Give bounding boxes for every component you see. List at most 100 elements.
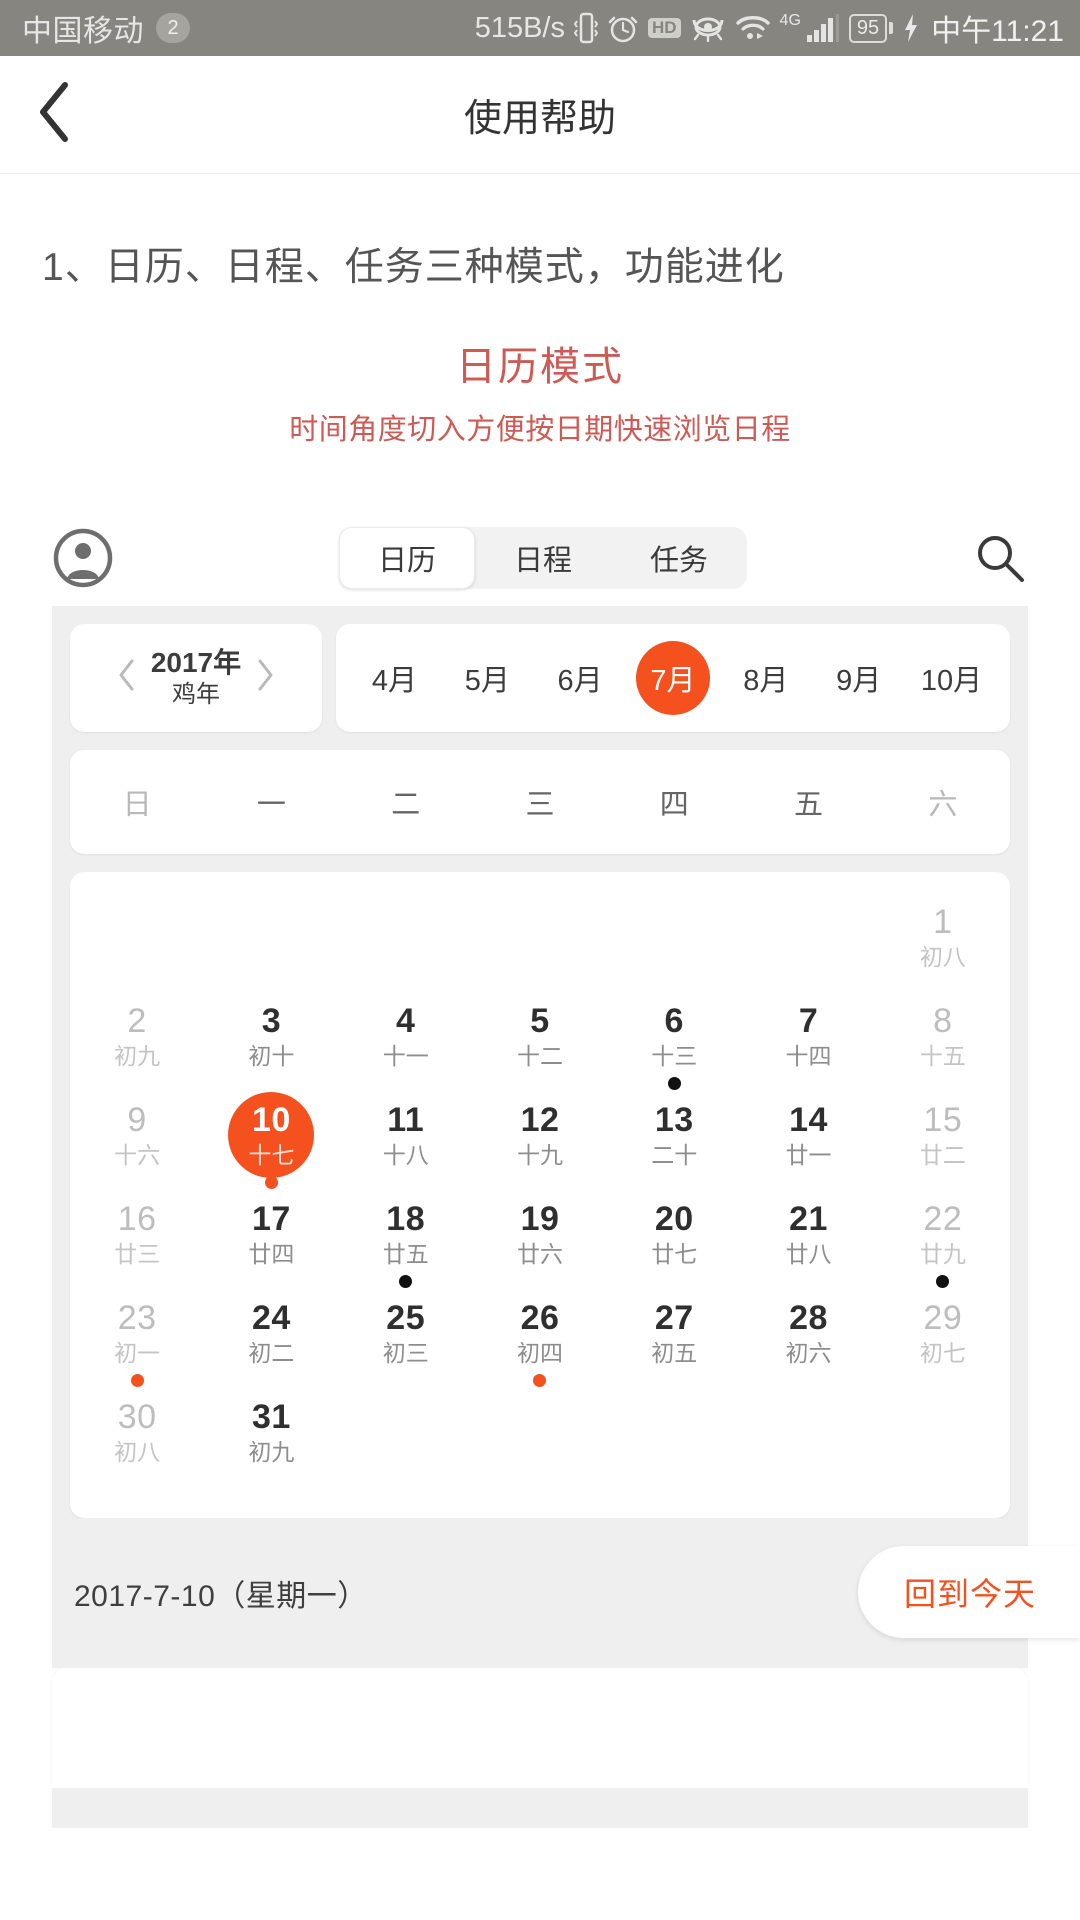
chevron-left-icon[interactable] (117, 658, 137, 698)
calendar-day-14[interactable]: 14 廿一 (741, 1092, 875, 1191)
calendar-day-10[interactable]: 10 十七 (204, 1092, 338, 1191)
day-circle: 4 十一 (363, 993, 449, 1079)
calendar-day-5[interactable]: 5 十二 (473, 993, 607, 1092)
calendar-day-24[interactable]: 24 初二 (204, 1290, 338, 1389)
status-bar: 中国移动 2 515B/s HD 4G 95 中午11:21 (0, 0, 1080, 56)
event-list-card (52, 1668, 1028, 1788)
day-lunar-label: 廿六 (516, 1241, 563, 1268)
day-number: 19 (520, 1199, 560, 1238)
calendar-day-27[interactable]: 27 初五 (607, 1290, 741, 1389)
calendar-day-4[interactable]: 4 十一 (339, 993, 473, 1092)
day-lunar-label: 十三 (651, 1043, 698, 1070)
day-circle: 3 初十 (228, 993, 314, 1079)
weekday-thu: 四 (659, 789, 689, 821)
calendar-day-29[interactable]: 29 初七 (876, 1290, 1010, 1389)
calendar-day-19[interactable]: 19 廿六 (473, 1191, 607, 1290)
calendar-day-12[interactable]: 12 十九 (473, 1092, 607, 1191)
carrier-label: 中国移动 (22, 15, 144, 48)
weekday-mon: 一 (256, 789, 286, 821)
calendar-day-7[interactable]: 7 十四 (741, 993, 875, 1092)
bottom-spacer (52, 1788, 1028, 1828)
calendar-day-2[interactable]: 2 初九 (70, 993, 204, 1092)
network-speed-label: 515B/s (474, 11, 565, 44)
day-lunar-label: 十九 (516, 1142, 563, 1169)
day-lunar-label: 十七 (248, 1142, 295, 1169)
month-item-9[interactable]: 9月 (822, 641, 896, 715)
back-button[interactable] (0, 56, 110, 174)
calendar-day-3[interactable]: 3 初十 (204, 993, 338, 1092)
weekday-fri: 五 (794, 789, 824, 821)
day-circle: 8 十五 (900, 993, 986, 1079)
back-to-today-button[interactable]: 回到今天 (857, 1546, 1080, 1638)
status-bar-left: 中国移动 2 (22, 6, 190, 50)
calendar-day-16[interactable]: 16 廿三 (70, 1191, 204, 1290)
calendar-day-15[interactable]: 15 廿二 (876, 1092, 1010, 1191)
calendar-day-20[interactable]: 20 廿七 (607, 1191, 741, 1290)
day-number: 24 (252, 1298, 291, 1337)
month-item-5[interactable]: 5月 (450, 641, 524, 715)
month-item-10[interactable]: 10月 (914, 641, 988, 715)
view-mode-tabs: 日历 日程 任务 (339, 527, 747, 589)
tab-schedule[interactable]: 日程 (475, 527, 611, 589)
calendar-day-11[interactable]: 11 十八 (339, 1092, 473, 1191)
day-lunar-label: 初五 (651, 1340, 698, 1367)
day-number: 31 (252, 1397, 291, 1436)
tab-task[interactable]: 任务 (611, 527, 747, 589)
calendar-day-13[interactable]: 13 二十 (607, 1092, 741, 1191)
calendar-day-6[interactable]: 6 十三 (607, 993, 741, 1092)
calendar-day-28[interactable]: 28 初六 (741, 1290, 875, 1389)
charging-bolt-icon (902, 13, 920, 43)
day-circle: 25 初三 (363, 1290, 449, 1376)
calendar-grid: 1 初八 2 初九 3 初十 4 十一 5 十二 6 十三 7 十四 8 十五 9 十六 10 十七 11 十八 12 十九 1… (70, 872, 1010, 1518)
eye-comfort-icon (690, 14, 726, 42)
calendar-day-8[interactable]: 8 十五 (876, 993, 1010, 1092)
day-circle: 31 初九 (228, 1389, 314, 1475)
day-circle: 14 廿一 (766, 1092, 852, 1178)
calendar-day-26[interactable]: 26 初四 (473, 1290, 607, 1389)
day-circle: 12 十九 (497, 1092, 583, 1178)
sim-badge: 2 (156, 13, 190, 43)
day-number: 1 (933, 902, 953, 941)
day-lunar-label: 十二 (516, 1043, 563, 1070)
chevron-right-icon[interactable] (255, 658, 275, 698)
calendar-day-31[interactable]: 31 初九 (204, 1389, 338, 1488)
day-circle: 29 初七 (900, 1290, 986, 1376)
calendar-day-18[interactable]: 18 廿五 (339, 1191, 473, 1290)
day-number: 7 (798, 1001, 819, 1040)
month-item-8[interactable]: 8月 (729, 641, 803, 715)
month-item-6[interactable]: 6月 (543, 641, 617, 715)
hd-icon: HD (647, 17, 681, 39)
network-type-label: 4G (779, 12, 801, 29)
month-item-4[interactable]: 4月 (357, 641, 431, 715)
clock-label: 中午11:21 (931, 15, 1064, 48)
event-dot-orange (533, 1374, 547, 1387)
day-number: 12 (520, 1100, 560, 1139)
day-number: 25 (386, 1298, 426, 1337)
calendar-day-25[interactable]: 25 初三 (339, 1290, 473, 1389)
day-circle: 21 廿八 (766, 1191, 852, 1277)
day-lunar-label: 廿二 (919, 1142, 966, 1169)
day-circle: 1 初八 (900, 894, 986, 980)
day-lunar-label: 廿九 (919, 1241, 966, 1268)
day-lunar-label: 初九 (114, 1043, 161, 1070)
account-circle-icon[interactable] (52, 527, 114, 589)
month-item-7[interactable]: 7月 (635, 641, 710, 715)
year-selector[interactable]: 2017年 鸡年 (70, 624, 322, 732)
calendar-day-9[interactable]: 9 十六 (70, 1092, 204, 1191)
day-number: 4 (395, 1001, 416, 1040)
calendar-day-22[interactable]: 22 廿九 (876, 1191, 1010, 1290)
day-lunar-label: 初一 (114, 1340, 161, 1367)
tab-calendar[interactable]: 日历 (339, 527, 475, 589)
day-number: 18 (386, 1199, 426, 1238)
day-number: 28 (789, 1298, 828, 1337)
calendar-day-1[interactable]: 1 初八 (876, 894, 1010, 993)
calendar-day-23[interactable]: 23 初一 (70, 1290, 204, 1389)
day-number: 21 (789, 1199, 828, 1238)
back-to-today-label: 回到今天 (903, 1576, 1036, 1612)
calendar-day-17[interactable]: 17 廿四 (204, 1191, 338, 1290)
calendar-day-21[interactable]: 21 廿八 (741, 1191, 875, 1290)
tab-schedule-label: 日程 (513, 545, 572, 577)
calendar-day-30[interactable]: 30 初八 (70, 1389, 204, 1488)
search-icon[interactable] (972, 530, 1028, 586)
day-circle: 9 十六 (94, 1092, 180, 1178)
